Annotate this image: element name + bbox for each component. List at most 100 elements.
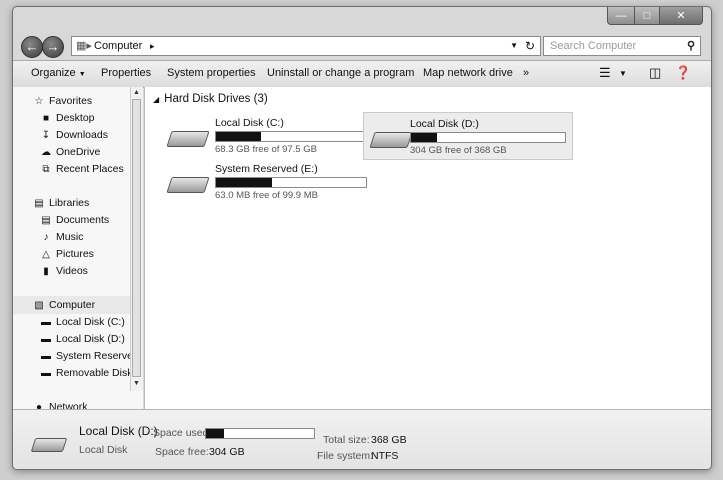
network-icon: ● [35,401,43,410]
sidebar-item-local-disk-c[interactable]: ▬ Local Disk (C:) [40,316,125,328]
scroll-up-icon[interactable]: ▲ [133,89,140,96]
hard-drive-icon [166,177,210,193]
music-icon: ♪ [43,231,49,243]
sidebar-network-label: Network [49,401,88,409]
desktop-icon: ■ [42,112,50,124]
sidebar-item-label: Desktop [56,112,95,124]
sidebar-item-downloads[interactable]: ↧ Downloads [40,129,108,141]
sidebar-item-videos[interactable]: ▮ Videos [40,265,88,277]
sidebar-item-removable-disk[interactable]: ▬ Removable Disk ( [40,367,139,379]
organize-button[interactable]: Organize ▼ [31,67,86,79]
details-file-system-value: NTFS [371,450,399,462]
computer-location-icon: ▦▸ [76,40,92,52]
sidebar-item-label: Recent Places [56,163,124,175]
drive-free-space: 63.0 MB free of 99.9 MB [215,190,318,201]
change-view-icon[interactable]: ☰ [599,65,611,81]
properties-button[interactable]: Properties [101,67,151,79]
sidebar-libraries[interactable]: ▤ Libraries [33,197,89,209]
sidebar-item-system-reserved[interactable]: ▬ System Reserved [40,350,139,362]
view-dropdown-icon[interactable]: ▼ [619,69,627,78]
search-box[interactable]: Search Computer ⚲ [543,36,701,56]
collapse-arrow-icon[interactable]: ◢ [153,95,159,104]
drive-local-disk-d[interactable]: Local Disk (D:) 304 GB free of 368 GB [363,112,573,160]
sidebar-item-onedrive[interactable]: ☁ OneDrive [40,146,100,158]
minimize-button[interactable]: — [607,7,635,25]
details-drive-type: Local Disk [79,444,128,456]
drive-free-space: 68.3 GB free of 97.5 GB [215,144,317,155]
sidebar-favorites[interactable]: ☆ Favorites [33,95,93,107]
disk-icon: ▬ [41,350,51,362]
drive-name: Local Disk (C:) [215,117,284,129]
hard-drive-icon [369,132,413,148]
hard-drive-icon [30,438,68,452]
address-dropdown-icon[interactable]: ▼ [510,37,518,55]
address-bar[interactable]: ▦▸ Computer ▸ ▼ ↻ [71,36,541,56]
refresh-icon[interactable]: ↻ [525,37,535,55]
drive-local-disk-c[interactable]: Local Disk (C:) 68.3 GB free of 97.5 GB [163,115,367,157]
drive-free-space: 304 GB free of 368 GB [410,145,507,156]
search-icon[interactable]: ⚲ [687,37,695,55]
sidebar-item-recent-places[interactable]: ⧉ Recent Places [40,163,124,175]
hard-disk-group-header[interactable]: ◢ Hard Disk Drives (3) [153,93,268,105]
drive-usage-fill [216,178,272,187]
sidebar-item-label: Local Disk (C:) [56,316,125,328]
sidebar-favorites-label: Favorites [49,95,93,107]
maximize-button[interactable]: □ [635,7,659,25]
sidebar-item-label: Documents [56,214,110,226]
sidebar-item-label: Pictures [56,248,94,260]
scroll-thumb[interactable] [132,99,141,377]
computer-icon: ▧ [34,299,44,311]
sidebar-item-label: Removable Disk ( [56,367,139,379]
system-properties-button[interactable]: System properties [167,67,256,79]
map-network-drive-button[interactable]: Map network drive [423,67,513,79]
drive-name: Local Disk (D:) [410,118,479,130]
navigation-bar: ← → ▦▸ Computer ▸ ▼ ↻ Search Computer ⚲ [13,31,711,59]
drive-usage-bar [215,131,367,142]
minimize-icon: — [615,9,627,22]
forward-button[interactable]: → [42,36,64,58]
star-icon: ☆ [34,95,44,107]
scroll-down-icon[interactable]: ▼ [133,380,140,387]
sidebar-item-label: OneDrive [56,146,101,158]
drive-usage-bar [215,177,367,188]
sidebar-item-pictures[interactable]: △ Pictures [40,248,94,260]
details-drive-name: Local Disk (D:) [79,424,158,438]
hard-drive-icon [166,131,210,147]
sidebar-item-label: Local Disk (D:) [56,333,125,345]
details-space-free-value: 304 GB [209,446,245,458]
back-arrow-icon: ← [25,39,39,54]
sidebar-computer[interactable]: ▧ Computer [33,299,95,311]
videos-icon: ▮ [43,265,49,277]
sidebar-item-label: System Reserved [56,350,139,362]
drive-system-reserved-e[interactable]: System Reserved (E:) 63.0 MB free of 99.… [163,159,367,201]
preview-pane-icon[interactable]: ◫ [649,65,661,81]
file-list-pane: ◢ Hard Disk Drives (3) Local Disk (C:) 6… [144,87,711,409]
details-space-used-fill [206,429,225,438]
navigation-pane-scrollbar[interactable]: ▲ ▼ [130,87,143,391]
sidebar-item-label: Music [56,231,84,243]
close-button[interactable]: ✕ [659,7,703,25]
back-button[interactable]: ← [21,36,43,58]
explorer-window: — □ ✕ ← → ▦▸ Computer ▸ ▼ ↻ Search Compu… [12,6,712,470]
sidebar-item-music[interactable]: ♪ Music [40,231,84,243]
disk-icon: ▬ [41,316,51,328]
forward-arrow-icon: → [46,39,60,54]
help-icon[interactable]: ❓ [675,65,691,81]
more-commands-icon[interactable]: » [523,67,529,79]
breadcrumb-computer[interactable]: Computer [94,37,142,55]
details-file-system-label: File system: [317,450,374,462]
search-input[interactable]: Search Computer [550,37,636,55]
sidebar-item-documents[interactable]: ▤ Documents [40,214,109,226]
uninstall-program-button[interactable]: Uninstall or change a program [267,67,414,79]
title-bar: — □ ✕ [13,7,711,29]
recent-places-icon: ⧉ [42,163,50,175]
sidebar-item-local-disk-d[interactable]: ▬ Local Disk (D:) [40,333,125,345]
details-space-used-bar [205,428,315,439]
sidebar-item-desktop[interactable]: ■ Desktop [40,112,95,124]
documents-icon: ▤ [41,214,51,226]
details-pane: Local Disk (D:) Local Disk Space used: S… [13,409,711,469]
sidebar-network[interactable]: ● Network [33,401,88,409]
breadcrumb-chevron-icon[interactable]: ▸ [150,37,155,55]
cloud-icon: ☁ [41,146,51,158]
maximize-icon: □ [643,9,651,22]
